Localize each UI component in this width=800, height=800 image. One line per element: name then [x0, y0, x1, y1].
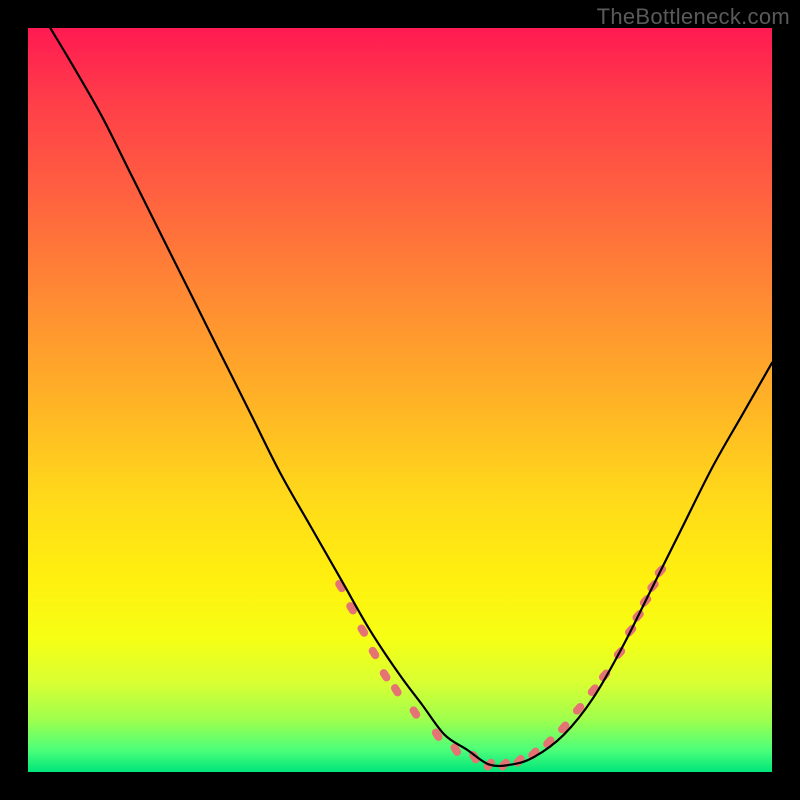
curve-marker [430, 727, 444, 742]
chart-plot-area [28, 28, 772, 772]
curve-marker [571, 701, 586, 716]
curve-marker [408, 705, 422, 720]
curve-marker [556, 720, 571, 735]
watermark-text: TheBottleneck.com [597, 4, 790, 30]
chart-frame: TheBottleneck.com [0, 0, 800, 800]
curve-marker [389, 683, 403, 698]
marker-group [334, 564, 668, 773]
curve-marker [378, 668, 392, 683]
chart-svg [28, 28, 772, 772]
curve-marker [367, 645, 381, 660]
bottleneck-curve [50, 28, 772, 766]
